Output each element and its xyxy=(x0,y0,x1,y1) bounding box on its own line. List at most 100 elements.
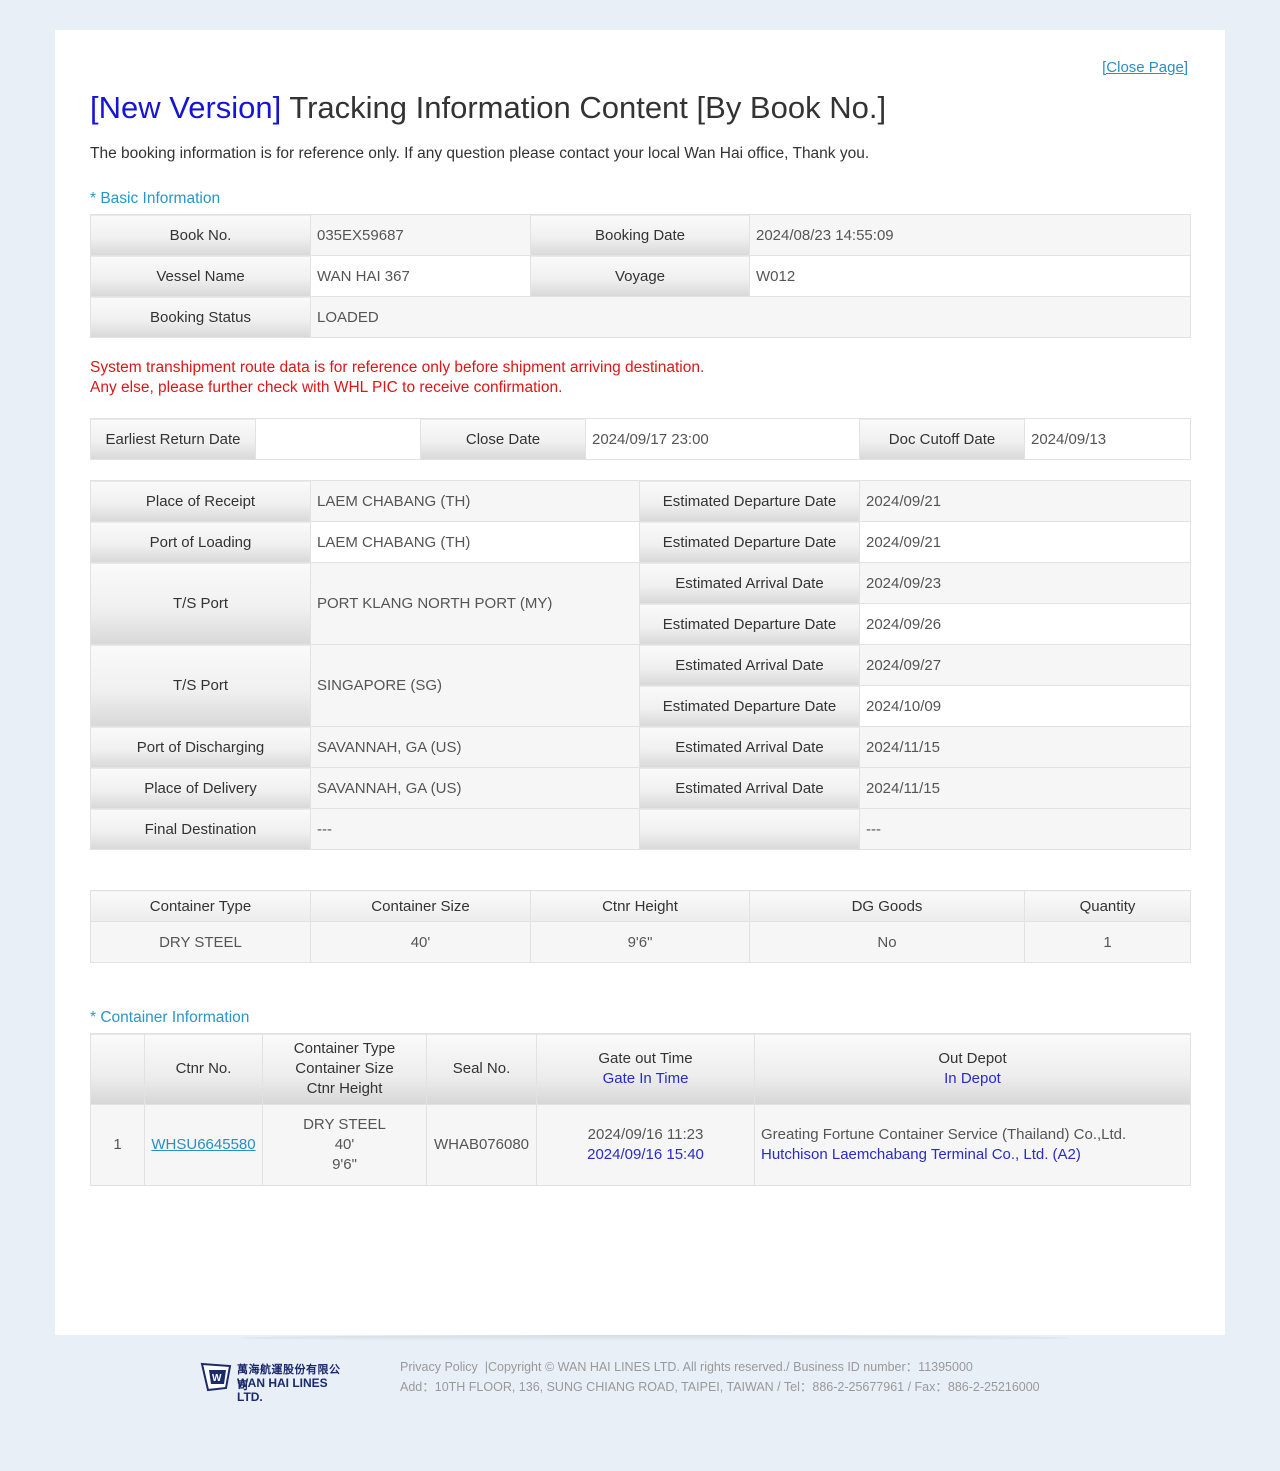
ts1-arrival-label: Estimated Arrival Date xyxy=(639,562,860,604)
close-page-link[interactable]: [Close Page] xyxy=(1102,59,1188,76)
booking-date-label: Booking Date xyxy=(530,214,750,256)
type-value: DRY STEEL xyxy=(303,1116,386,1133)
voyage-value: W012 xyxy=(749,255,1191,297)
ts2-arrival-date: 2024/09/27 xyxy=(859,644,1191,686)
ts-port-1-value: PORT KLANG NORTH PORT (MY) xyxy=(310,562,640,645)
title-text: Tracking Information Content [By Book No… xyxy=(281,90,887,125)
discharging-event-date: 2024/11/15 xyxy=(859,726,1191,768)
loading-event-label: Estimated Departure Date xyxy=(639,521,860,563)
ts2-departure-date: 2024/10/09 xyxy=(859,685,1191,727)
place-of-delivery-label: Place of Delivery xyxy=(90,767,311,809)
wan-hai-logo-icon: W xyxy=(200,1362,232,1392)
row-index: 1 xyxy=(90,1104,145,1186)
loading-event-date: 2024/09/21 xyxy=(859,521,1191,563)
quantity-header: Quantity xyxy=(1024,890,1191,922)
transhipment-notice: System transhipment route data is for re… xyxy=(90,358,704,398)
in-depot-header-line: In Depot xyxy=(944,1070,1001,1087)
svg-text:W: W xyxy=(212,1373,222,1384)
quantity-value: 1 xyxy=(1024,921,1191,963)
basic-info-heading: * Basic Information xyxy=(90,190,221,207)
ts1-departure-date: 2024/09/26 xyxy=(859,603,1191,645)
earliest-return-value xyxy=(255,418,421,460)
ts2-arrival-label: Estimated Arrival Date xyxy=(639,644,860,686)
container-type-value: DRY STEEL xyxy=(90,921,311,963)
footer-text: Privacy Policy |Copyright © WAN HAI LINE… xyxy=(400,1357,1040,1397)
booking-status-label: Booking Status xyxy=(90,296,311,338)
gate-time-header: Gate out Time Gate In Time xyxy=(536,1033,755,1105)
final-event-label xyxy=(639,808,860,850)
notice-line-1: System transhipment route data is for re… xyxy=(90,359,705,376)
container-info-table: Ctnr No. Container Type Container Size C… xyxy=(90,1033,1191,1186)
port-of-loading-label: Port of Loading xyxy=(90,521,311,563)
in-depot-value: Hutchison Laemchabang Terminal Co., Ltd.… xyxy=(761,1146,1081,1163)
height-header-line: Ctnr Height xyxy=(306,1080,383,1097)
dates-table: Earliest Return Date Close Date 2024/09/… xyxy=(90,418,1191,460)
vessel-name-value: WAN HAI 367 xyxy=(310,255,531,297)
size-value: 40' xyxy=(334,1136,355,1153)
port-of-discharging-label: Port of Discharging xyxy=(90,726,311,768)
book-no-value: 035EX59687 xyxy=(310,214,531,256)
gate-out-header-line: Gate out Time xyxy=(598,1050,693,1067)
container-info-heading: * Container Information xyxy=(90,1009,250,1026)
delivery-event-label: Estimated Arrival Date xyxy=(639,767,860,809)
place-of-receipt-value: LAEM CHABANG (TH) xyxy=(310,480,640,522)
ctnr-no-header: Ctnr No. xyxy=(144,1033,263,1105)
ctnr-height-header: Ctnr Height xyxy=(530,890,750,922)
seal-no-header: Seal No. xyxy=(426,1033,537,1105)
booking-status-value: LOADED xyxy=(310,296,1191,338)
ts-port-1-label: T/S Port xyxy=(90,562,311,645)
ts1-departure-label: Estimated Departure Date xyxy=(639,603,860,645)
delivery-event-date: 2024/11/15 xyxy=(859,767,1191,809)
gate-time-cell: 2024/09/16 11:23 2024/09/16 15:40 xyxy=(536,1104,755,1186)
depot-header: Out Depot In Depot xyxy=(754,1033,1191,1105)
route-table: Place of Receipt LAEM CHABANG (TH) Estim… xyxy=(90,480,1191,850)
notice-line-2: Any else, please further check with WHL … xyxy=(90,379,563,396)
container-size-value: 40' xyxy=(310,921,531,963)
receipt-event-date: 2024/09/21 xyxy=(859,480,1191,522)
table-row: 1 WHSU6645580 DRY STEEL 40' 9'6" WHAB076… xyxy=(90,1104,1191,1186)
type-header-line: Container Type xyxy=(293,1040,396,1057)
earliest-return-label: Earliest Return Date xyxy=(90,418,256,460)
index-header xyxy=(90,1033,145,1105)
out-depot-header-line: Out Depot xyxy=(938,1050,1007,1067)
type-size-height-cell: DRY STEEL 40' 9'6" xyxy=(262,1104,427,1186)
doc-cutoff-label: Doc Cutoff Date xyxy=(859,418,1025,460)
ts1-arrival-date: 2024/09/23 xyxy=(859,562,1191,604)
final-destination-value: --- xyxy=(310,808,640,850)
dg-goods-value: No xyxy=(749,921,1025,963)
footer-divider xyxy=(240,1335,1070,1341)
gate-in-header-line: Gate In Time xyxy=(602,1070,689,1087)
close-date-value: 2024/09/17 23:00 xyxy=(585,418,860,460)
wan-hai-logo: W 萬海航運股份有限公司 WAN HAI LINES LTD. xyxy=(200,1360,350,1404)
seal-no-cell: WHAB076080 xyxy=(426,1104,537,1186)
page-subtitle: The booking information is for reference… xyxy=(90,145,870,162)
footer: W 萬海航運股份有限公司 WAN HAI LINES LTD. Privacy … xyxy=(0,1335,1280,1471)
port-of-discharging-value: SAVANNAH, GA (US) xyxy=(310,726,640,768)
size-header-line: Container Size xyxy=(295,1060,394,1077)
vessel-name-label: Vessel Name xyxy=(90,255,311,297)
receipt-event-label: Estimated Departure Date xyxy=(639,480,860,522)
ctnr-no-cell: WHSU6645580 xyxy=(144,1104,263,1186)
container-type-header: Container Type xyxy=(90,890,311,922)
ctnr-height-value: 9'6" xyxy=(530,921,750,963)
book-no-label: Book No. xyxy=(90,214,311,256)
dg-goods-header: DG Goods xyxy=(749,890,1025,922)
final-destination-label: Final Destination xyxy=(90,808,311,850)
ts-port-2-label: T/S Port xyxy=(90,644,311,727)
place-of-delivery-value: SAVANNAH, GA (US) xyxy=(310,767,640,809)
ts-port-2-value: SINGAPORE (SG) xyxy=(310,644,640,727)
doc-cutoff-value: 2024/09/13 xyxy=(1024,418,1191,460)
booking-date-value: 2024/08/23 14:55:09 xyxy=(749,214,1191,256)
type-size-height-header: Container Type Container Size Ctnr Heigh… xyxy=(262,1033,427,1105)
copyright-text: |Copyright © WAN HAI LINES LTD. All righ… xyxy=(477,1360,973,1374)
ts2-departure-label: Estimated Departure Date xyxy=(639,685,860,727)
ctnr-no-link[interactable]: WHSU6645580 xyxy=(151,1136,255,1153)
discharging-event-label: Estimated Arrival Date xyxy=(639,726,860,768)
privacy-policy-link[interactable]: Privacy Policy xyxy=(400,1360,478,1374)
height-value: 9'6" xyxy=(332,1156,357,1173)
close-date-label: Close Date xyxy=(420,418,586,460)
place-of-receipt-label: Place of Receipt xyxy=(90,480,311,522)
container-size-header: Container Size xyxy=(310,890,531,922)
final-event-date: --- xyxy=(859,808,1191,850)
page-title: [New Version] Tracking Information Conte… xyxy=(90,90,886,126)
